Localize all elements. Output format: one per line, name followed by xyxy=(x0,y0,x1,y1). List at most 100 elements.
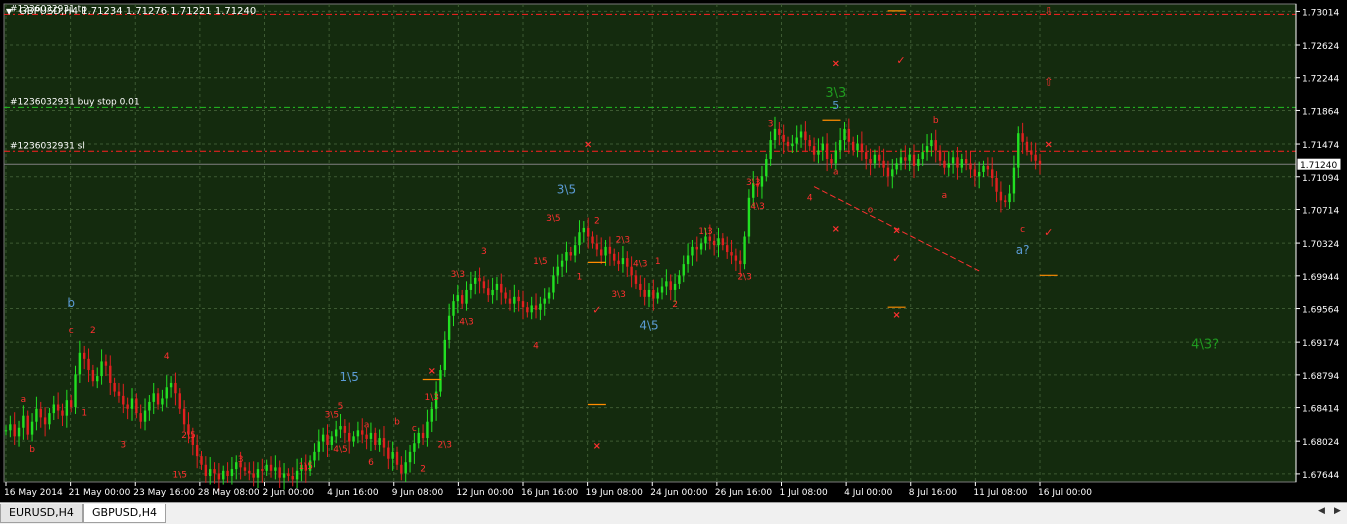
candle-body xyxy=(673,283,677,290)
candle-body xyxy=(891,169,894,177)
candle-body xyxy=(26,415,29,435)
candle-body xyxy=(295,470,299,480)
candle-body xyxy=(565,252,568,261)
candle-body xyxy=(22,415,25,428)
candle-body xyxy=(899,157,903,164)
tab-eurusd[interactable]: EURUSD,H4 xyxy=(0,504,83,523)
candle-body xyxy=(838,140,842,151)
time-tick-label: 26 Jun 16:00 xyxy=(715,488,772,498)
wave-label: 2\3 xyxy=(616,236,630,246)
wave-label: 4\3? xyxy=(1191,338,1219,353)
candle-body xyxy=(586,227,590,237)
candle-body xyxy=(413,443,416,452)
candle-body xyxy=(882,160,885,168)
wave-label: 1 xyxy=(655,257,661,267)
candle-body xyxy=(148,401,151,411)
wave-label: 1\3 xyxy=(698,227,712,237)
candle-body xyxy=(582,227,586,233)
candle-body xyxy=(921,152,924,160)
candle-body xyxy=(404,462,407,474)
time-tick-label: 12 Jun 00:00 xyxy=(456,488,513,498)
candle-body xyxy=(96,376,99,382)
candle-body xyxy=(248,470,251,474)
chart-title: GBPUSD,H4 1.71234 1.71276 1.71221 1.7124… xyxy=(19,6,256,17)
wave-label: a? xyxy=(1016,243,1030,257)
candle-body xyxy=(743,236,746,265)
candle-body xyxy=(734,255,738,261)
candle-body xyxy=(830,159,833,164)
candle-body xyxy=(843,128,846,141)
candle-body xyxy=(130,398,134,409)
tab-gbpusd[interactable]: GBPUSD,H4 xyxy=(83,504,166,523)
wave-label: 3\5 xyxy=(546,214,560,224)
candle-body xyxy=(500,283,503,293)
time-tick-label: 9 Jun 08:00 xyxy=(392,488,444,498)
header-dropdown-icon[interactable]: ▼ xyxy=(6,7,13,16)
candle-body xyxy=(626,258,629,267)
wave-label: 3 xyxy=(481,247,487,257)
candle-body xyxy=(43,417,47,425)
candle-body xyxy=(730,252,733,256)
scroll-left-icon[interactable]: ◀ xyxy=(1318,506,1325,516)
candle-body xyxy=(1017,133,1020,168)
candle-body xyxy=(443,339,446,371)
candle-body xyxy=(834,150,838,164)
candle-body xyxy=(339,426,342,430)
time-tick-label: 28 May 08:00 xyxy=(198,488,260,498)
candle-body xyxy=(30,421,34,435)
candle-body xyxy=(430,408,433,422)
price-axis[interactable]: 1.67644 1.68024 1.68414 1.68794 1.69174 1.695… xyxy=(1295,4,1342,482)
chart-header: ▼ GBPUSD,H4 1.71234 1.71276 1.71221 1.71… xyxy=(6,6,256,17)
price-tick-label: 1.69564 xyxy=(1302,306,1339,316)
wave-label: 3\3 xyxy=(611,290,625,300)
time-tick-label: 16 Jun 16:00 xyxy=(521,488,578,498)
price-tick-label: 1.71474 xyxy=(1302,141,1339,151)
candle-body xyxy=(165,387,168,399)
candle-body xyxy=(504,292,507,299)
candle-body xyxy=(274,467,277,471)
candle-body xyxy=(760,176,764,187)
wave-label: b xyxy=(67,296,75,310)
candle-body xyxy=(421,432,425,439)
candle-body xyxy=(569,252,572,256)
cross-icon: × xyxy=(832,59,840,70)
wave-label: 4 xyxy=(807,193,813,203)
candle-body xyxy=(74,374,77,408)
cross-icon: × xyxy=(1044,140,1052,151)
check-icon: ✓ xyxy=(592,304,601,317)
wave-label: 4\5 xyxy=(333,445,347,455)
candle-body xyxy=(1004,200,1007,203)
candle-body xyxy=(456,295,460,302)
wave-label: 4\3 xyxy=(459,317,473,327)
candle-body xyxy=(995,177,998,192)
candle-body xyxy=(847,128,851,142)
candle-body xyxy=(543,298,546,304)
cross-icon: × xyxy=(593,441,601,452)
candle-body xyxy=(530,305,533,313)
price-tick-label: 1.71864 xyxy=(1302,107,1339,117)
wave-label: o xyxy=(868,205,874,215)
candle-body xyxy=(261,469,264,471)
wave-label: c xyxy=(412,424,417,434)
candle-body xyxy=(135,398,138,414)
price-chart[interactable]: #1236032931 tp#1236032931 buy stop 0.01#… xyxy=(0,0,1347,502)
wave-label: c xyxy=(1020,225,1025,235)
candle-body xyxy=(917,159,920,166)
candle-body xyxy=(812,146,816,155)
candle-body xyxy=(252,473,255,478)
candle-body xyxy=(213,469,216,474)
candle-body xyxy=(1038,160,1042,165)
candle-body xyxy=(982,165,985,172)
candle-body xyxy=(269,464,273,471)
wave-label: 1\3 xyxy=(425,393,439,403)
scroll-right-icon[interactable]: ▶ xyxy=(1334,506,1341,516)
wave-label: 6 xyxy=(368,458,374,468)
wave-label: 5 xyxy=(832,99,839,112)
candle-body xyxy=(400,464,403,474)
candle-body xyxy=(91,370,95,382)
candle-body xyxy=(395,451,399,465)
wave-label: a xyxy=(364,421,370,431)
candle-body xyxy=(560,260,564,267)
candle-body xyxy=(491,289,494,296)
candle-body xyxy=(460,295,464,304)
